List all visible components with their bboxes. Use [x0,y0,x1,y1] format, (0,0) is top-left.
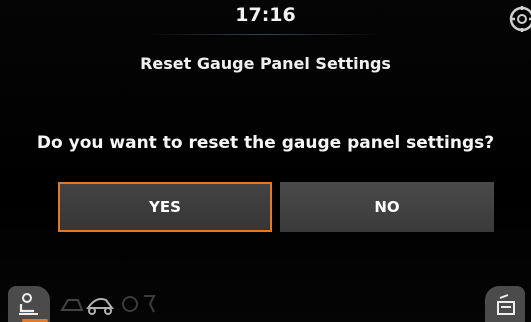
dialog-title: Reset Gauge Panel Settings [140,54,391,73]
no-button[interactable]: NO [280,182,494,232]
display-panel-tab[interactable] [485,286,525,322]
clock-divider [150,34,380,35]
settings-icon [122,295,156,313]
yes-button[interactable]: YES [58,182,272,232]
operator-seat-tab[interactable] [8,286,50,322]
settings-gear-icon[interactable] [507,2,531,36]
dialog-question: Do you want to reset the gauge panel set… [36,133,495,153]
display-screen: 17:16 Reset Gauge Panel Settings Do you … [0,0,531,322]
vehicle-icon [86,298,114,315]
operator-seat-icon [16,292,42,316]
clock-time: 17:16 [235,4,296,26]
bottom-tab-bar [0,282,531,322]
display-panel-icon [496,294,516,316]
machine-icon [60,299,84,311]
inactive-icons [58,290,178,318]
